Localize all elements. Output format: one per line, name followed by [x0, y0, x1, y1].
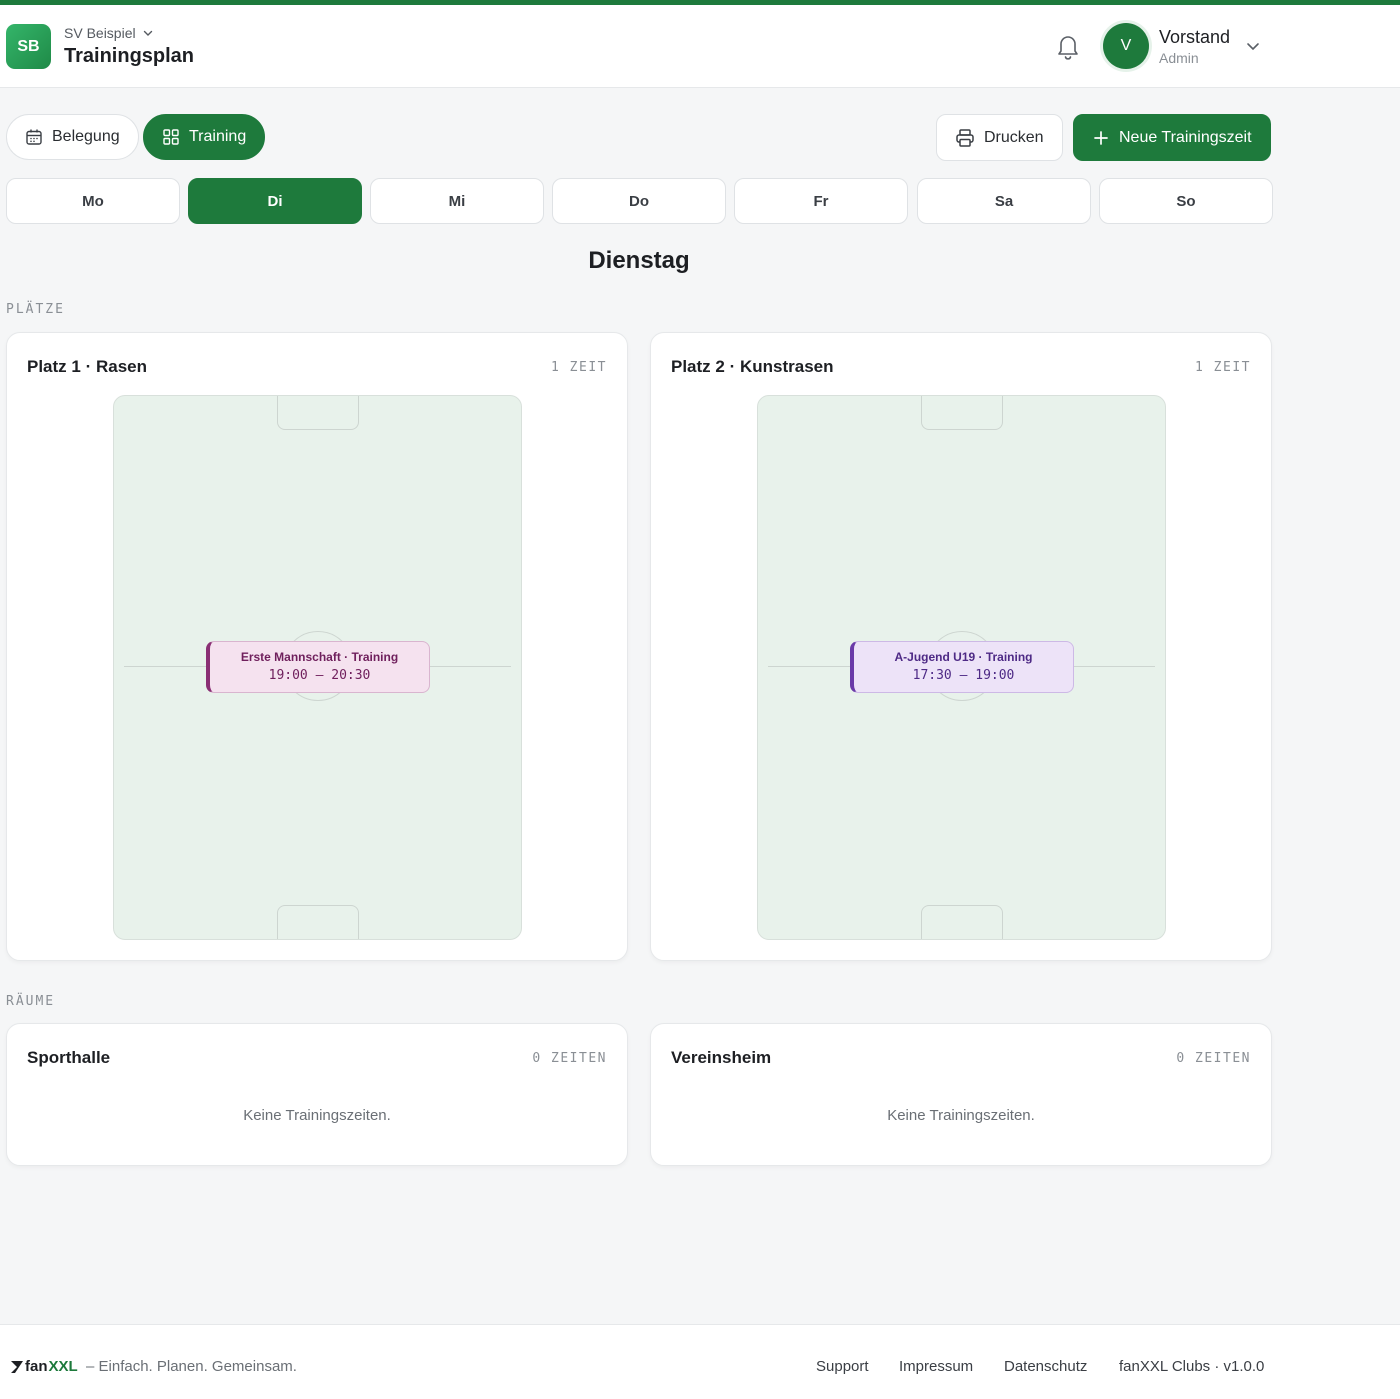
footer-tagline: – Einfach. Planen. Gemeinsam.	[86, 1358, 297, 1375]
club-name: SV Beispiel	[64, 25, 136, 41]
brand-xxl: XXL	[48, 1358, 78, 1375]
section-label-rooms: RÄUME	[6, 994, 56, 1009]
new-training-slot-button[interactable]: Neue Trainingszeit	[1073, 114, 1271, 161]
room-card-sporthalle: Sporthalle 0 ZEITEN Keine Trainingszeite…	[6, 1023, 628, 1166]
day-tab-fr[interactable]: Fr	[734, 178, 908, 224]
field-name: Platz 1 · Rasen	[27, 357, 147, 376]
new-training-slot-label: Neue Trainingszeit	[1119, 128, 1252, 146]
training-slot-title: Erste Mannschaft · Training	[240, 650, 399, 664]
day-tab-do[interactable]: Do	[552, 178, 726, 224]
slot-count: 1 ZEIT	[551, 360, 607, 375]
field-card-1: Platz 1 · Rasen 1 ZEIT Erste Mannschaft …	[6, 332, 628, 961]
training-slot[interactable]: Erste Mannschaft · Training 19:00 – 20:3…	[206, 641, 430, 693]
page-title: Trainingsplan	[64, 45, 195, 67]
footer-link-privacy[interactable]: Datenschutz	[1004, 1358, 1087, 1375]
pitch-diagram: Erste Mannschaft · Training 19:00 – 20:3…	[113, 395, 522, 940]
user-name[interactable]: Vorstand	[1159, 27, 1230, 48]
goal-area-bottom	[921, 905, 1003, 939]
slot-count: 0 ZEITEN	[1176, 1051, 1251, 1066]
training-slot[interactable]: A-Jugend U19 · Training 17:30 – 19:00	[850, 641, 1074, 693]
goal-area-bottom	[277, 905, 359, 939]
slot-count: 1 ZEIT	[1195, 360, 1251, 375]
section-label-fields: PLÄTZE	[6, 302, 65, 317]
calendar-icon	[26, 129, 42, 145]
goal-area-top	[277, 396, 359, 430]
app-header: SB SV Beispiel Trainingsplan V Vorstand …	[0, 5, 1400, 88]
footer-version: fanXXL Clubs · v1.0.0	[1119, 1358, 1265, 1375]
room-name: Vereinsheim	[671, 1048, 772, 1067]
club-switcher[interactable]: SV Beispiel	[64, 25, 154, 41]
bell-icon[interactable]	[1054, 31, 1082, 61]
view-training-label: Training	[189, 128, 247, 145]
field-card-2: Platz 2 · Kunstrasen 1 ZEIT A-Jugend U19…	[650, 332, 1272, 961]
footer-link-support[interactable]: Support	[816, 1358, 869, 1375]
training-slot-title: A-Jugend U19 · Training	[894, 650, 1033, 664]
day-tab-so[interactable]: So	[1099, 178, 1273, 224]
fanxxl-logo-icon	[11, 1360, 23, 1373]
user-role: Admin	[1159, 50, 1199, 66]
day-tab-mo[interactable]: Mo	[6, 178, 180, 224]
fanxxl-brand[interactable]: fan XXL	[10, 1358, 78, 1375]
user-avatar[interactable]: V	[1103, 23, 1149, 69]
goal-area-top	[921, 396, 1003, 430]
slot-count: 0 ZEITEN	[532, 1051, 607, 1066]
day-heading: Dienstag	[588, 247, 690, 274]
view-booking-button[interactable]: Belegung	[6, 114, 139, 160]
view-booking-label: Belegung	[52, 128, 120, 145]
club-logo-badge[interactable]: SB	[6, 24, 51, 69]
plus-icon	[1094, 130, 1108, 145]
printer-icon	[956, 128, 974, 147]
app-footer: fan XXL – Einfach. Planen. Gemeinsam. Sup…	[0, 1324, 1400, 1399]
field-name: Platz 2 · Kunstrasen	[671, 357, 834, 376]
empty-state-text: Keine Trainingszeiten.	[887, 1107, 1035, 1124]
print-button[interactable]: Drucken	[936, 114, 1063, 161]
training-slot-time: 19:00 – 20:30	[268, 668, 371, 683]
day-tab-mi[interactable]: Mi	[370, 178, 544, 224]
grid-icon	[163, 129, 179, 145]
training-slot-time: 17:30 – 19:00	[912, 668, 1015, 683]
room-name: Sporthalle	[27, 1048, 111, 1067]
view-training-button[interactable]: Training	[143, 114, 266, 160]
brand-fan: fan	[25, 1358, 48, 1375]
chevron-down-icon[interactable]	[1244, 37, 1262, 55]
print-label: Drucken	[984, 128, 1044, 146]
footer-link-imprint[interactable]: Impressum	[899, 1358, 973, 1375]
chevron-down-icon	[143, 30, 152, 36]
empty-state-text: Keine Trainingszeiten.	[243, 1107, 391, 1124]
day-tab-sa[interactable]: Sa	[917, 178, 1091, 224]
day-tab-di[interactable]: Di	[188, 178, 362, 224]
room-card-vereinsheim: Vereinsheim 0 ZEITEN Keine Trainingszeit…	[650, 1023, 1272, 1166]
pitch-diagram: A-Jugend U19 · Training 17:30 – 19:00	[757, 395, 1166, 940]
